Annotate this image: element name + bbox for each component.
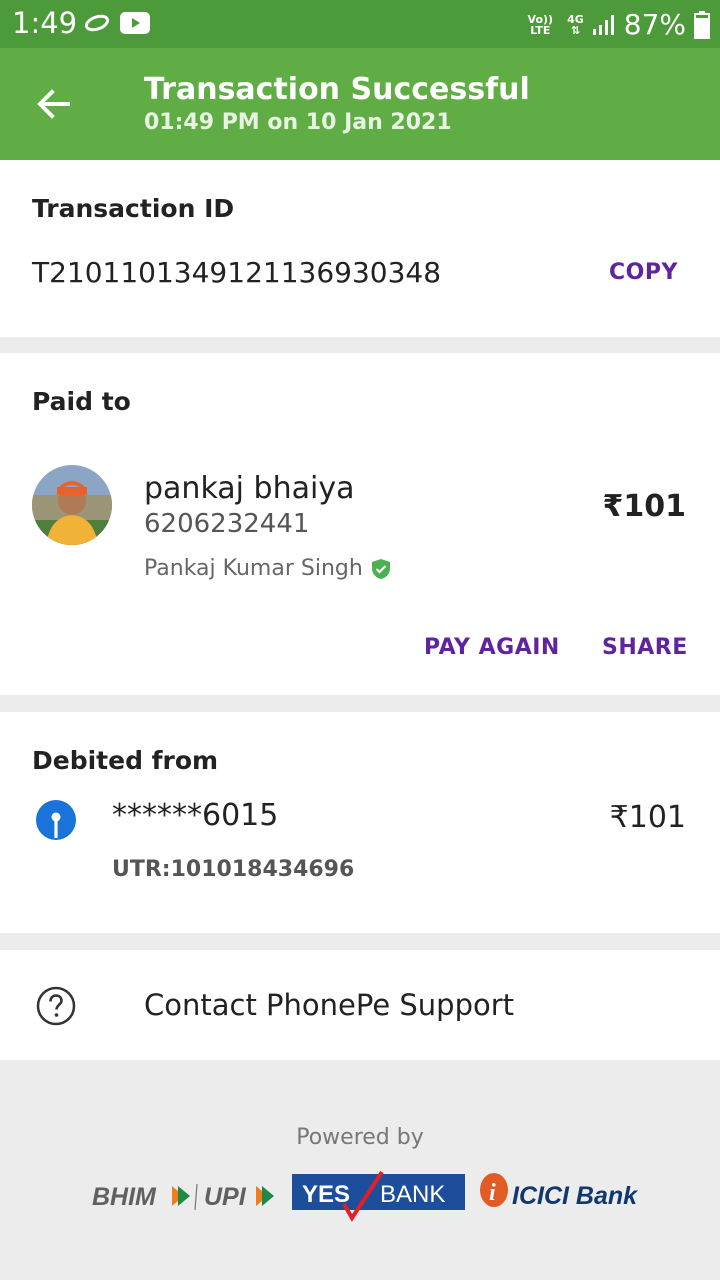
payee-phone: 6206232441: [144, 509, 310, 539]
youtube-icon: [120, 12, 150, 34]
paid-amount: ₹101: [602, 489, 687, 524]
yes-text: YES: [302, 1181, 350, 1208]
network-indicator: 4G ⇅: [567, 12, 584, 37]
payee-name: pankaj bhaiya: [144, 471, 355, 506]
help-circle-icon: [36, 986, 76, 1026]
powered-by-label: Powered by: [296, 1125, 424, 1150]
app-bar: Transaction Successful 01:49 PM on 10 Ja…: [0, 48, 720, 160]
share-button[interactable]: SHARE: [602, 635, 688, 660]
status-time: 1:49: [12, 6, 78, 40]
partner-logos: BHIM UPI YES BANK i ICICI Bank: [92, 1170, 638, 1222]
back-arrow-icon[interactable]: [34, 84, 74, 124]
yes-bank-logo: YES BANK: [292, 1170, 465, 1222]
transaction-id-label: Transaction ID: [32, 194, 235, 223]
paid-to-card: Paid to pankaj bhaiya 6206232441 Pankaj …: [0, 353, 720, 695]
debited-from-label: Debited from: [32, 746, 219, 775]
icici-bank-logo: i ICICI Bank: [480, 1173, 638, 1210]
contact-support-link[interactable]: Contact PhonePe Support: [144, 988, 514, 1022]
upi-text: UPI: [204, 1183, 247, 1211]
paid-to-label: Paid to: [32, 387, 131, 416]
verified-shield-icon: [371, 558, 390, 579]
payee-full-name: Pankaj Kumar Singh: [144, 556, 363, 581]
payee-verified-name: Pankaj Kumar Singh: [144, 556, 391, 581]
volte-indicator: Vo)) LTE: [527, 12, 554, 37]
copy-button[interactable]: COPY: [609, 260, 678, 285]
bhim-upi-logo: BHIM UPI: [92, 1183, 274, 1211]
battery-icon: [694, 10, 710, 39]
debited-amount: ₹101: [609, 800, 686, 835]
status-bar: 1:49 Vo)) LTE 4G ⇅ 87%: [0, 0, 720, 48]
pay-again-button[interactable]: PAY AGAIN: [424, 635, 560, 660]
battery-percent: 87%: [623, 8, 686, 41]
bank-logo-icon: [36, 800, 76, 840]
account-number: ******6015: [112, 798, 279, 833]
signal-icon: [592, 14, 614, 35]
debited-from-card: Debited from ******6015 ₹101 UTR:1010184…: [0, 712, 720, 933]
support-card[interactable]: Contact PhonePe Support: [0, 950, 720, 1060]
transaction-datetime: 01:49 PM on 10 Jan 2021: [144, 110, 452, 135]
page-title: Transaction Successful: [144, 72, 530, 107]
link-icon: [84, 14, 110, 32]
bank-text: BANK: [380, 1181, 445, 1208]
bhim-text: BHIM: [92, 1183, 157, 1211]
svg-text:i: i: [489, 1180, 496, 1206]
icici-text: ICICI Bank: [512, 1182, 638, 1210]
transaction-id-card: Transaction ID T2101101349121136930348 C…: [0, 160, 720, 337]
transaction-id-value: T2101101349121136930348: [32, 256, 442, 289]
utr-number: UTR:101018434696: [112, 857, 355, 882]
avatar: [32, 465, 112, 545]
